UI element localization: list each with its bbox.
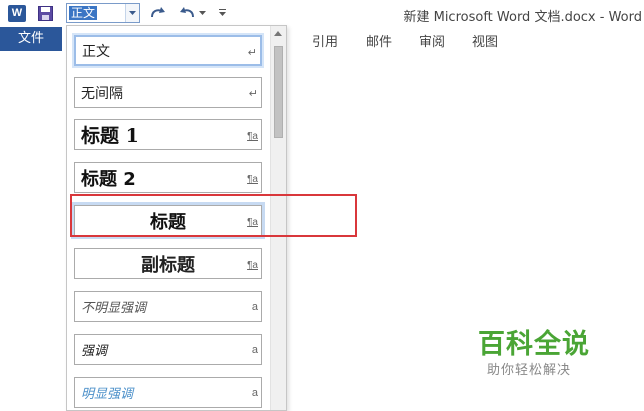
style-item-label: 无间隔 — [81, 85, 123, 102]
linked-style-icon: ¶a — [247, 131, 258, 142]
style-item-normal[interactable]: 正文 ↵ — [74, 35, 262, 66]
chevron-down-icon[interactable] — [125, 4, 139, 22]
style-item-heading-1[interactable]: 标题 1 ¶a — [74, 119, 262, 150]
style-item-no-spacing[interactable]: 无间隔 ↵ — [74, 77, 262, 108]
undo-dropdown-icon[interactable] — [199, 11, 206, 15]
style-item-intense-emphasis[interactable]: 明显强调 a — [74, 377, 262, 408]
word-logo-icon[interactable]: W — [8, 5, 26, 22]
style-item-label: 强调 — [81, 344, 108, 359]
style-item-subtle-emphasis[interactable]: 不明显强调 a — [74, 291, 262, 322]
style-item-label: 正文 — [82, 43, 110, 60]
linked-style-icon: ¶a — [247, 174, 258, 185]
character-style-icon: a — [251, 387, 258, 399]
style-item-emphasis[interactable]: 强调 a — [74, 334, 262, 365]
character-style-icon: a — [251, 344, 258, 356]
highlight-box — [70, 194, 357, 237]
watermark-subtitle: 助你轻松解决 — [487, 363, 572, 378]
style-combobox-value: 正文 — [69, 6, 98, 20]
style-item-label: 不明显强调 — [81, 301, 147, 316]
scroll-up-icon[interactable] — [274, 31, 282, 36]
linked-style-icon: ¶a — [247, 260, 258, 271]
paragraph-return-icon: ↵ — [248, 88, 258, 100]
style-item-label: 明显强调 — [81, 387, 134, 402]
paragraph-return-icon: ↵ — [247, 47, 257, 59]
tab-references[interactable]: 引用 — [312, 31, 338, 50]
style-combobox[interactable]: 正文 — [66, 3, 140, 23]
scroll-thumb[interactable] — [274, 46, 283, 138]
redo-icon[interactable] — [149, 5, 167, 21]
tab-mailings[interactable]: 邮件 — [366, 31, 392, 50]
style-item-label: 副标题 — [141, 254, 195, 276]
quick-access-toolbar: W 正文 新建 Microsoft Word 文档.docx - Word — [0, 0, 644, 27]
tab-review[interactable]: 审阅 — [419, 31, 445, 50]
style-item-heading-2[interactable]: 标题 2 ¶a — [74, 162, 262, 193]
tab-view[interactable]: 视图 — [472, 31, 498, 50]
undo-icon[interactable] — [178, 5, 196, 21]
save-icon[interactable] — [38, 6, 53, 21]
window-title: 新建 Microsoft Word 文档.docx - Word — [403, 10, 642, 25]
character-style-icon: a — [251, 301, 258, 313]
style-item-subtitle[interactable]: 副标题 ¶a — [74, 248, 262, 279]
watermark-title: 百科全说 — [478, 329, 590, 360]
style-item-label: 标题 2 — [81, 168, 136, 190]
style-item-label: 标题 1 — [81, 125, 139, 147]
tab-file[interactable]: 文件 — [0, 27, 62, 51]
customize-toolbar-icon[interactable] — [219, 9, 226, 17]
